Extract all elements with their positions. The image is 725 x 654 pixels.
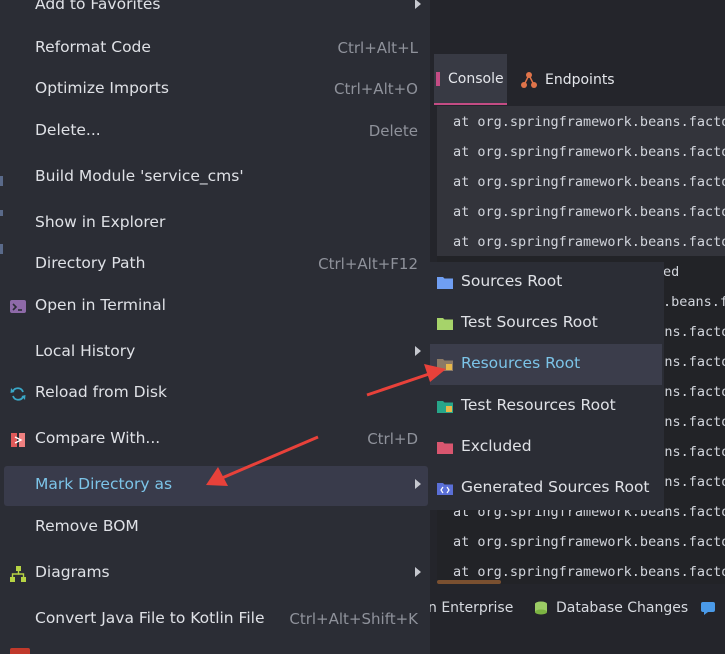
annotation-arrow bbox=[206, 435, 319, 486]
annotation-arrows bbox=[206, 364, 446, 486]
annotation-arrow bbox=[366, 364, 446, 397]
